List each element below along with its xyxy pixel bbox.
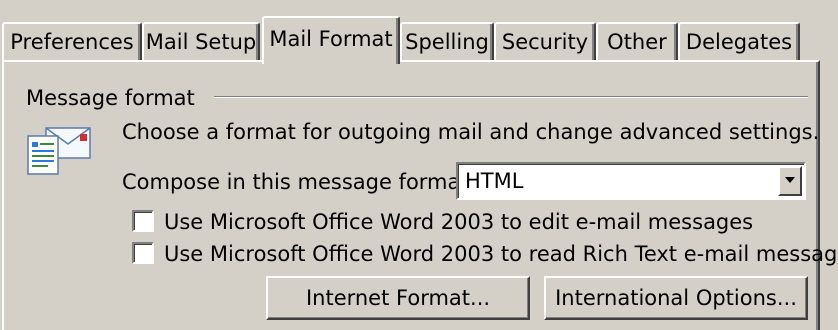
word-edit-checkbox[interactable] xyxy=(132,210,154,232)
tab-other[interactable]: Other xyxy=(596,22,678,60)
group-divider xyxy=(214,96,808,98)
tab-strip: Preferences Mail Setup Mail Format Spell… xyxy=(0,0,838,64)
tab-delegates[interactable]: Delegates xyxy=(678,22,800,60)
chevron-down-icon xyxy=(785,177,795,183)
compose-format-value: HTML xyxy=(465,169,524,193)
format-description: Choose a format for outgoing mail and ch… xyxy=(122,120,820,144)
tab-security[interactable]: Security xyxy=(494,22,596,60)
tab-mail-setup[interactable]: Mail Setup xyxy=(142,22,260,60)
word-read-checkbox[interactable] xyxy=(132,242,154,264)
internet-format-button[interactable]: Internet Format... xyxy=(266,276,530,320)
mail-format-icon xyxy=(24,118,92,180)
international-options-button[interactable]: International Options... xyxy=(544,276,808,320)
tab-spelling[interactable]: Spelling xyxy=(400,22,494,60)
compose-format-label: Compose in this message format: xyxy=(122,170,476,194)
compose-format-select[interactable]: HTML xyxy=(456,162,806,200)
tab-preferences[interactable]: Preferences xyxy=(2,22,142,60)
word-edit-label: Use Microsoft Office Word 2003 to edit e… xyxy=(164,210,754,234)
options-dialog: Preferences Mail Setup Mail Format Spell… xyxy=(0,0,838,330)
message-format-group-title: Message format xyxy=(26,86,195,110)
word-read-label: Use Microsoft Office Word 2003 to read R… xyxy=(164,242,838,266)
tab-mail-format[interactable]: Mail Format xyxy=(262,16,400,64)
dropdown-button[interactable] xyxy=(778,166,802,196)
